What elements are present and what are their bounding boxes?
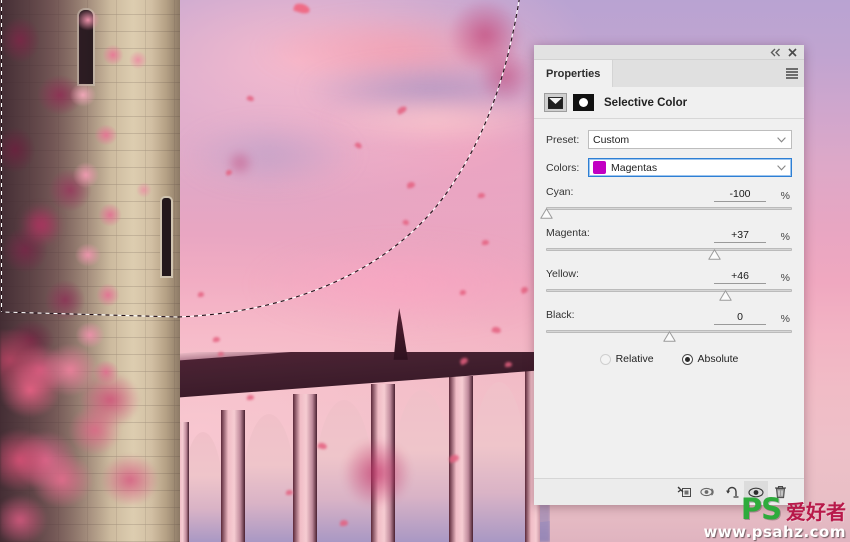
slider-track[interactable] [546, 288, 792, 302]
preset-row: Preset: Custom [546, 130, 792, 149]
selective-color-adjustment-icon[interactable] [544, 93, 567, 112]
panel-title: Selective Color [604, 96, 688, 109]
slider-header: Magenta: +37% [546, 227, 792, 243]
radio-absolute[interactable]: Absolute [681, 353, 739, 365]
colors-row: Colors: Magentas [546, 158, 792, 177]
reset-adjustment-icon[interactable] [720, 481, 744, 503]
toggle-layer-visibility-icon[interactable] [744, 481, 768, 503]
falling-petal [505, 362, 512, 367]
falling-petal [340, 520, 348, 526]
colors-label: Colors: [546, 161, 580, 174]
falling-petal [460, 290, 466, 295]
preset-value: Custom [593, 133, 630, 146]
slider-track[interactable] [546, 247, 792, 261]
delete-adjustment-layer-icon[interactable] [768, 481, 792, 503]
slider-header: Black: 0% [546, 309, 792, 325]
layer-mask-icon[interactable] [573, 94, 594, 111]
screenshot-root: Properties Selective Color Preset: Custo… [0, 0, 850, 542]
slider-value-input[interactable]: 0 [714, 311, 766, 325]
slider-unit: % [780, 313, 790, 325]
slider-value-input[interactable]: -100 [714, 188, 766, 202]
falling-petal [247, 395, 254, 400]
radio-absolute-dot [681, 353, 693, 365]
color-swatch [593, 161, 606, 174]
slider-cyan: Cyan: -100% [539, 186, 792, 220]
slider-header: Yellow: +46% [546, 268, 792, 284]
panel-tabbar: Properties [534, 60, 804, 87]
chevron-down-icon [777, 162, 786, 174]
colors-value: Magentas [611, 161, 658, 174]
slider-line [546, 289, 792, 292]
cloud [180, 120, 360, 190]
bokeh-blossom [475, 50, 535, 102]
slider-line [546, 207, 792, 210]
properties-panel[interactable]: Properties Selective Color Preset: Custo… [534, 45, 804, 505]
preset-dropdown[interactable]: Custom [588, 130, 792, 149]
panel-titlebar [534, 45, 804, 60]
slider-value-input[interactable]: +37 [714, 229, 766, 243]
slider-value-input[interactable]: +46 [714, 270, 766, 284]
tab-properties-label: Properties [546, 67, 601, 80]
slider-header: Cyan: -100% [546, 186, 792, 202]
preset-label: Preset: [546, 133, 580, 146]
bokeh-blossom [18, 205, 64, 245]
collapse-panel-icon[interactable] [769, 46, 782, 58]
clip-to-layer-icon[interactable] [672, 481, 696, 503]
panel-body: Preset: Custom Colors: Magentas Cyan: -1… [534, 119, 804, 478]
panel-header: Selective Color [534, 87, 804, 119]
falling-petal [198, 292, 204, 297]
slider-thumb[interactable] [662, 331, 676, 342]
slider-thumb[interactable] [719, 290, 732, 301]
falling-petal [478, 193, 485, 198]
slider-black: Black: 0% [546, 309, 792, 343]
slider-thumb[interactable] [708, 249, 721, 260]
chevron-down-icon [777, 134, 786, 146]
view-previous-state-icon[interactable] [696, 481, 720, 503]
slider-unit: % [780, 272, 790, 284]
slider-unit: % [780, 190, 790, 202]
falling-petal [482, 240, 489, 245]
panel-footer [534, 478, 804, 505]
slider-label: Yellow: [546, 268, 579, 280]
tab-properties[interactable]: Properties [534, 60, 614, 87]
radio-relative[interactable]: Relative [599, 353, 654, 365]
panel-menu-icon[interactable] [786, 68, 798, 79]
slider-yellow: Yellow: +46% [546, 268, 792, 302]
slider-magenta: Magenta: +37% [546, 227, 792, 261]
bokeh-blossom [340, 440, 414, 506]
falling-petal [218, 352, 224, 356]
falling-petal [286, 490, 293, 495]
slider-track[interactable] [539, 206, 792, 220]
radio-relative-label: Relative [615, 353, 654, 365]
falling-petal [213, 337, 220, 342]
radio-relative-dot [599, 353, 611, 365]
colors-dropdown[interactable]: Magentas [588, 158, 792, 177]
slider-line [546, 248, 792, 251]
slider-label: Magenta: [546, 227, 590, 239]
slider-thumb[interactable] [539, 208, 553, 219]
slider-track[interactable] [546, 329, 792, 343]
slider-group: Cyan: -100% Magenta: +37% Yellow: +46% Black: 0… [539, 186, 792, 343]
close-icon[interactable] [786, 46, 799, 58]
slider-unit: % [780, 231, 790, 243]
slider-label: Black: [546, 309, 575, 321]
radio-absolute-label: Absolute [697, 353, 739, 365]
slider-label: Cyan: [546, 186, 574, 198]
blossom-tree [0, 330, 140, 542]
method-radio-group: Relative Absolute [546, 353, 792, 365]
viaduct-deck [175, 352, 540, 398]
